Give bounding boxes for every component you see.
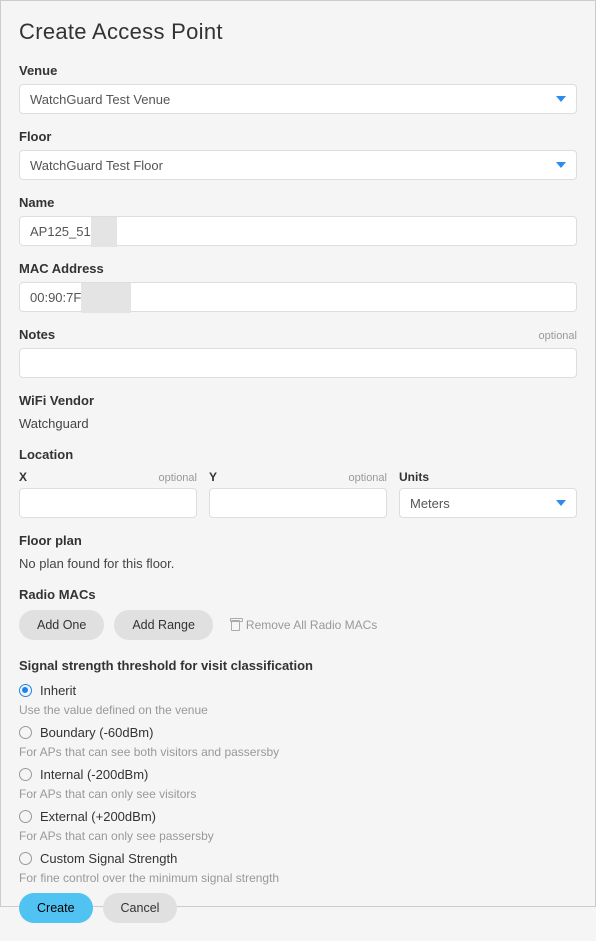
floorplan-label: Floor plan	[19, 533, 577, 548]
notes-label: Notes	[19, 327, 55, 342]
mac-label: MAC Address	[19, 261, 577, 276]
radio-boundary-hint: For APs that can see both visitors and p…	[19, 745, 577, 759]
radio-external-hint: For APs that can only see passersby	[19, 829, 577, 843]
radio-macs-label: Radio MACs	[19, 587, 577, 602]
mac-obscured: :xx:xx:xx	[81, 283, 131, 313]
trash-icon	[231, 620, 240, 631]
radio-icon	[19, 684, 32, 697]
radio-icon	[19, 810, 32, 823]
add-range-button[interactable]: Add Range	[114, 610, 213, 640]
radio-boundary[interactable]: Boundary (-60dBm)	[19, 725, 577, 740]
cancel-button[interactable]: Cancel	[103, 893, 178, 923]
chevron-down-icon	[556, 162, 566, 168]
mac-input[interactable]: 00:90:7F:xx:xx:xx	[19, 282, 577, 312]
wifi-vendor-label: WiFi Vendor	[19, 393, 577, 408]
units-select[interactable]: Meters	[399, 488, 577, 518]
venue-label: Venue	[19, 63, 577, 78]
radio-icon	[19, 768, 32, 781]
create-button[interactable]: Create	[19, 893, 93, 923]
units-label: Units	[399, 470, 429, 484]
radio-custom-label: Custom Signal Strength	[40, 851, 177, 866]
radio-boundary-label: Boundary (-60dBm)	[40, 725, 153, 740]
venue-select[interactable]: WatchGuard Test Venue	[19, 84, 577, 114]
chevron-down-icon	[556, 500, 566, 506]
add-one-button[interactable]: Add One	[19, 610, 104, 640]
radio-external[interactable]: External (+200dBm)	[19, 809, 577, 824]
y-label: Y	[209, 470, 217, 484]
name-obscured: xxxx	[91, 217, 117, 247]
radio-internal[interactable]: Internal (-200dBm)	[19, 767, 577, 782]
radio-icon	[19, 726, 32, 739]
floor-select[interactable]: WatchGuard Test Floor	[19, 150, 577, 180]
units-value: Meters	[410, 496, 450, 511]
radio-internal-label: Internal (-200dBm)	[40, 767, 148, 782]
venue-value: WatchGuard Test Venue	[30, 92, 170, 107]
y-input[interactable]	[209, 488, 387, 518]
radio-inherit-label: Inherit	[40, 683, 76, 698]
radio-inherit-hint: Use the value defined on the venue	[19, 703, 577, 717]
wifi-vendor-value: Watchguard	[19, 416, 577, 431]
location-label: Location	[19, 447, 577, 462]
name-label: Name	[19, 195, 577, 210]
notes-input[interactable]	[19, 348, 577, 378]
name-value: AP125_51	[30, 224, 91, 239]
radio-custom[interactable]: Custom Signal Strength	[19, 851, 577, 866]
mac-value: 00:90:7F	[30, 290, 81, 305]
chevron-down-icon	[556, 96, 566, 102]
floor-value: WatchGuard Test Floor	[30, 158, 163, 173]
remove-all-macs-label: Remove All Radio MACs	[246, 618, 377, 632]
x-label: X	[19, 470, 27, 484]
radio-icon	[19, 852, 32, 865]
x-optional: optional	[158, 472, 197, 484]
radio-internal-hint: For APs that can only see visitors	[19, 787, 577, 801]
radio-custom-hint: For fine control over the minimum signal…	[19, 871, 577, 885]
floor-label: Floor	[19, 129, 577, 144]
page-title: Create Access Point	[19, 19, 577, 45]
x-input[interactable]	[19, 488, 197, 518]
floorplan-msg: No plan found for this floor.	[19, 556, 577, 571]
y-optional: optional	[348, 472, 387, 484]
remove-all-macs-link[interactable]: Remove All Radio MACs	[231, 618, 377, 632]
name-input[interactable]: AP125_51xxxx	[19, 216, 577, 246]
radio-external-label: External (+200dBm)	[40, 809, 156, 824]
radio-inherit[interactable]: Inherit	[19, 683, 577, 698]
signal-heading: Signal strength threshold for visit clas…	[19, 658, 577, 673]
notes-optional: optional	[538, 330, 577, 342]
